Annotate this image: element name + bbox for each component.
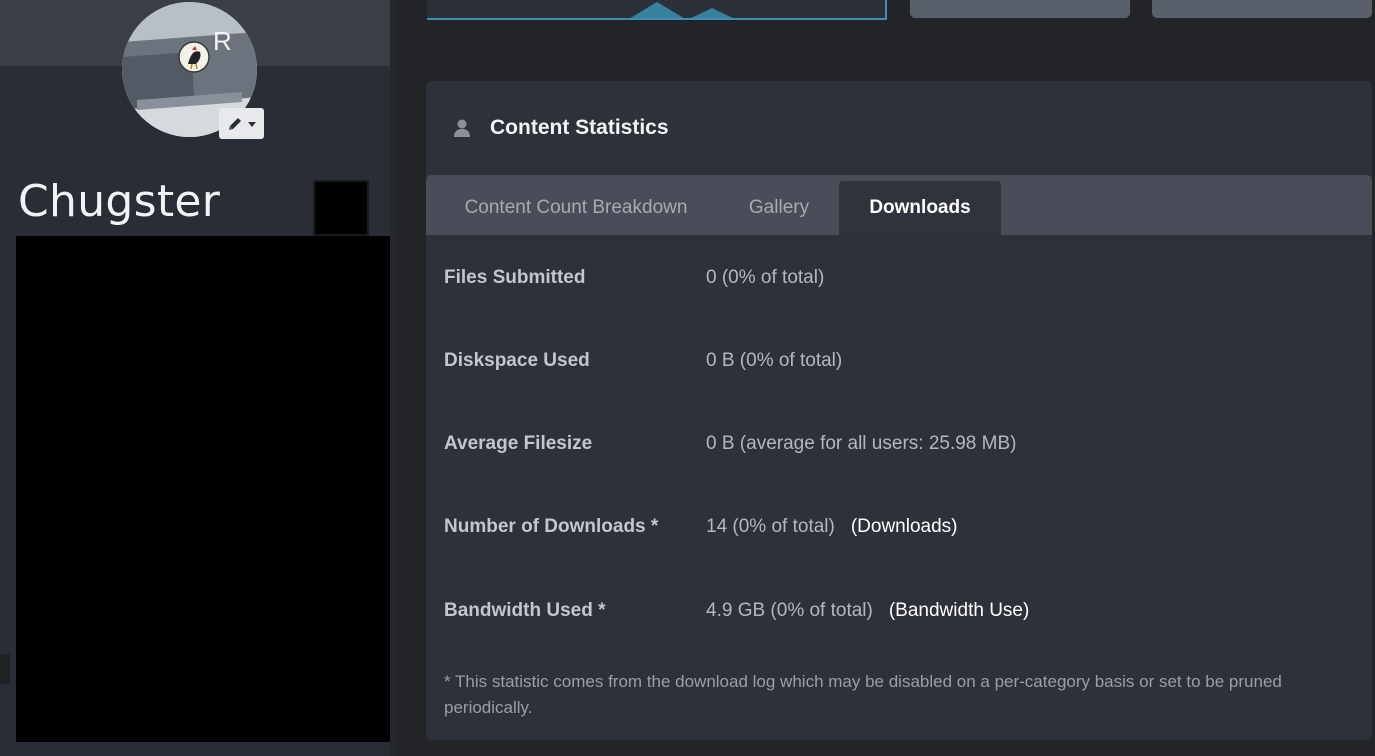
pencil-icon bbox=[228, 117, 241, 130]
stat-card[interactable] bbox=[1152, 0, 1372, 18]
statistics-tabs: Content Count Breakdown Gallery Download… bbox=[426, 175, 1372, 235]
user-icon bbox=[454, 119, 470, 137]
redacted-sidebar-content bbox=[16, 236, 390, 742]
stat-value: 14 (0% of total) bbox=[706, 516, 835, 537]
bandwidth-use-link[interactable]: (Bandwidth Use) bbox=[889, 600, 1029, 622]
stat-row-bandwidth-used: Bandwidth Used * 4.9 GB (0% of total) (B… bbox=[444, 596, 1029, 626]
activity-chart-line bbox=[630, 2, 733, 18]
stat-value: 0 B (0% of total) bbox=[706, 350, 843, 371]
stat-card[interactable] bbox=[910, 0, 1130, 18]
tab-gallery[interactable]: Gallery bbox=[730, 181, 828, 235]
stat-value: 0 B (average for all users: 25.98 MB) bbox=[706, 433, 1017, 454]
stat-label: Average Filesize bbox=[444, 433, 593, 454]
statistics-footnote: * This statistic comes from the download… bbox=[444, 672, 1282, 717]
caret-down-icon bbox=[247, 121, 256, 127]
stat-label: Files Submitted bbox=[444, 267, 586, 288]
panel-header: Content Statistics bbox=[426, 81, 1372, 175]
profile-page: R Chugster Content Statistics Content Co… bbox=[0, 0, 1375, 756]
stat-row-number-of-downloads: Number of Downloads * 14 (0% of total) (… bbox=[444, 512, 958, 542]
stat-row-average-filesize: Average Filesize 0 B (average for all us… bbox=[444, 429, 1016, 459]
panel-title: Content Statistics bbox=[490, 116, 669, 139]
stat-row-files-submitted: Files Submitted 0 (0% of total) bbox=[444, 263, 824, 293]
stat-label: Diskspace Used bbox=[444, 350, 590, 371]
sidebar-edge-tab bbox=[0, 654, 10, 684]
stat-value: 4.9 GB (0% of total) bbox=[706, 600, 873, 621]
avatar-badge-letter: R bbox=[213, 26, 232, 56]
tab-content-count-breakdown[interactable]: Content Count Breakdown bbox=[444, 181, 708, 235]
redacted-badge bbox=[313, 180, 369, 236]
downloads-link[interactable]: (Downloads) bbox=[851, 516, 958, 538]
stat-value: 0 (0% of total) bbox=[706, 267, 825, 288]
tab-downloads[interactable]: Downloads bbox=[839, 181, 1001, 235]
stat-label: Number of Downloads * bbox=[444, 516, 659, 537]
profile-username: Chugster bbox=[18, 176, 221, 227]
activity-chart bbox=[427, 0, 887, 20]
avatar-edit-button[interactable] bbox=[219, 108, 264, 139]
stat-row-diskspace-used: Diskspace Used 0 B (0% of total) bbox=[444, 346, 842, 376]
stat-label: Bandwidth Used * bbox=[444, 600, 606, 621]
sidebar-divider bbox=[390, 0, 395, 756]
content-statistics-panel: Content Statistics Content Count Breakdo… bbox=[426, 81, 1372, 740]
